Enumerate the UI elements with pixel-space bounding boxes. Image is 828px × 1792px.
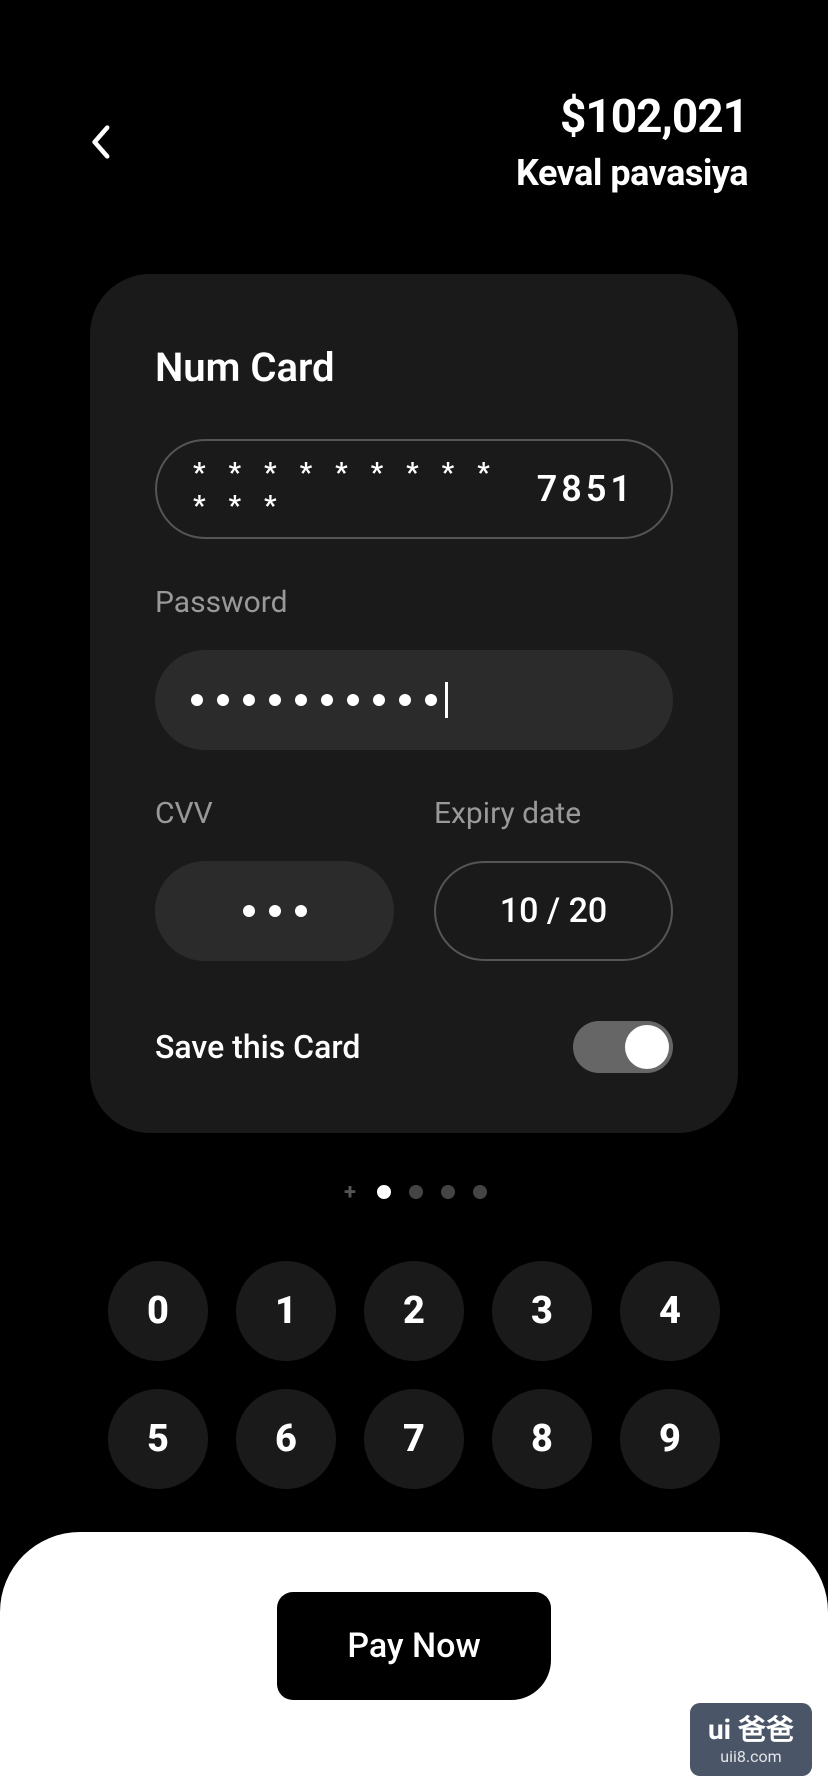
password-label: Password [155, 585, 673, 620]
card-number-input[interactable]: * * * * * * * * * * * * 7851 [155, 439, 673, 539]
expiry-label: Expiry date [434, 796, 673, 831]
page-dot[interactable] [377, 1185, 391, 1199]
chevron-left-icon [89, 124, 111, 160]
cvv-dot [269, 905, 281, 917]
page-dot[interactable] [473, 1185, 487, 1199]
save-card-toggle[interactable] [573, 1021, 673, 1073]
card-number-last4: 7851 [537, 468, 635, 510]
watermark: ui 爸爸 uii8.com [690, 1703, 812, 1776]
password-input[interactable] [155, 650, 673, 750]
pagination: + [0, 1183, 828, 1201]
key-0[interactable]: 0 [108, 1261, 208, 1361]
cvv-dot [295, 905, 307, 917]
expiry-input[interactable]: 10 / 20 [434, 861, 673, 961]
card-form: Num Card * * * * * * * * * * * * 7851 Pa… [90, 274, 738, 1133]
password-dot [191, 694, 203, 706]
add-card-icon[interactable]: + [341, 1183, 359, 1201]
username-value: Keval pavasiya [516, 152, 748, 194]
password-dots [191, 694, 437, 706]
password-dot [243, 694, 255, 706]
amount-value: $102,021 [516, 90, 748, 144]
key-1[interactable]: 1 [236, 1261, 336, 1361]
password-dot [321, 694, 333, 706]
password-dot [269, 694, 281, 706]
cvv-input[interactable] [155, 861, 394, 961]
card-number-mask: * * * * * * * * * * * * [193, 456, 521, 522]
password-dot [399, 694, 411, 706]
key-4[interactable]: 4 [620, 1261, 720, 1361]
numeric-keypad: 01234 56789 [80, 1261, 748, 1489]
watermark-url: uii8.com [720, 1747, 781, 1766]
key-2[interactable]: 2 [364, 1261, 464, 1361]
password-dot [425, 694, 437, 706]
save-card-label: Save this Card [155, 1028, 360, 1066]
key-8[interactable]: 8 [492, 1389, 592, 1489]
pay-now-button[interactable]: Pay Now [277, 1592, 550, 1700]
key-7[interactable]: 7 [364, 1389, 464, 1489]
page-dot[interactable] [441, 1185, 455, 1199]
password-dot [295, 694, 307, 706]
key-3[interactable]: 3 [492, 1261, 592, 1361]
save-card-row: Save this Card [155, 1021, 673, 1073]
card-title: Num Card [155, 344, 673, 391]
key-6[interactable]: 6 [236, 1389, 336, 1489]
text-cursor [445, 682, 448, 718]
header-info: $102,021 Keval pavasiya [516, 90, 748, 194]
key-5[interactable]: 5 [108, 1389, 208, 1489]
watermark-brand: ui 爸爸 [708, 1713, 794, 1747]
password-dot [217, 694, 229, 706]
password-dot [347, 694, 359, 706]
toggle-knob [625, 1025, 669, 1069]
key-9[interactable]: 9 [620, 1389, 720, 1489]
cvv-dot [243, 905, 255, 917]
password-dot [373, 694, 385, 706]
page-dot[interactable] [409, 1185, 423, 1199]
header: $102,021 Keval pavasiya [0, 0, 828, 194]
back-button[interactable] [80, 122, 120, 162]
cvv-label: CVV [155, 796, 394, 831]
